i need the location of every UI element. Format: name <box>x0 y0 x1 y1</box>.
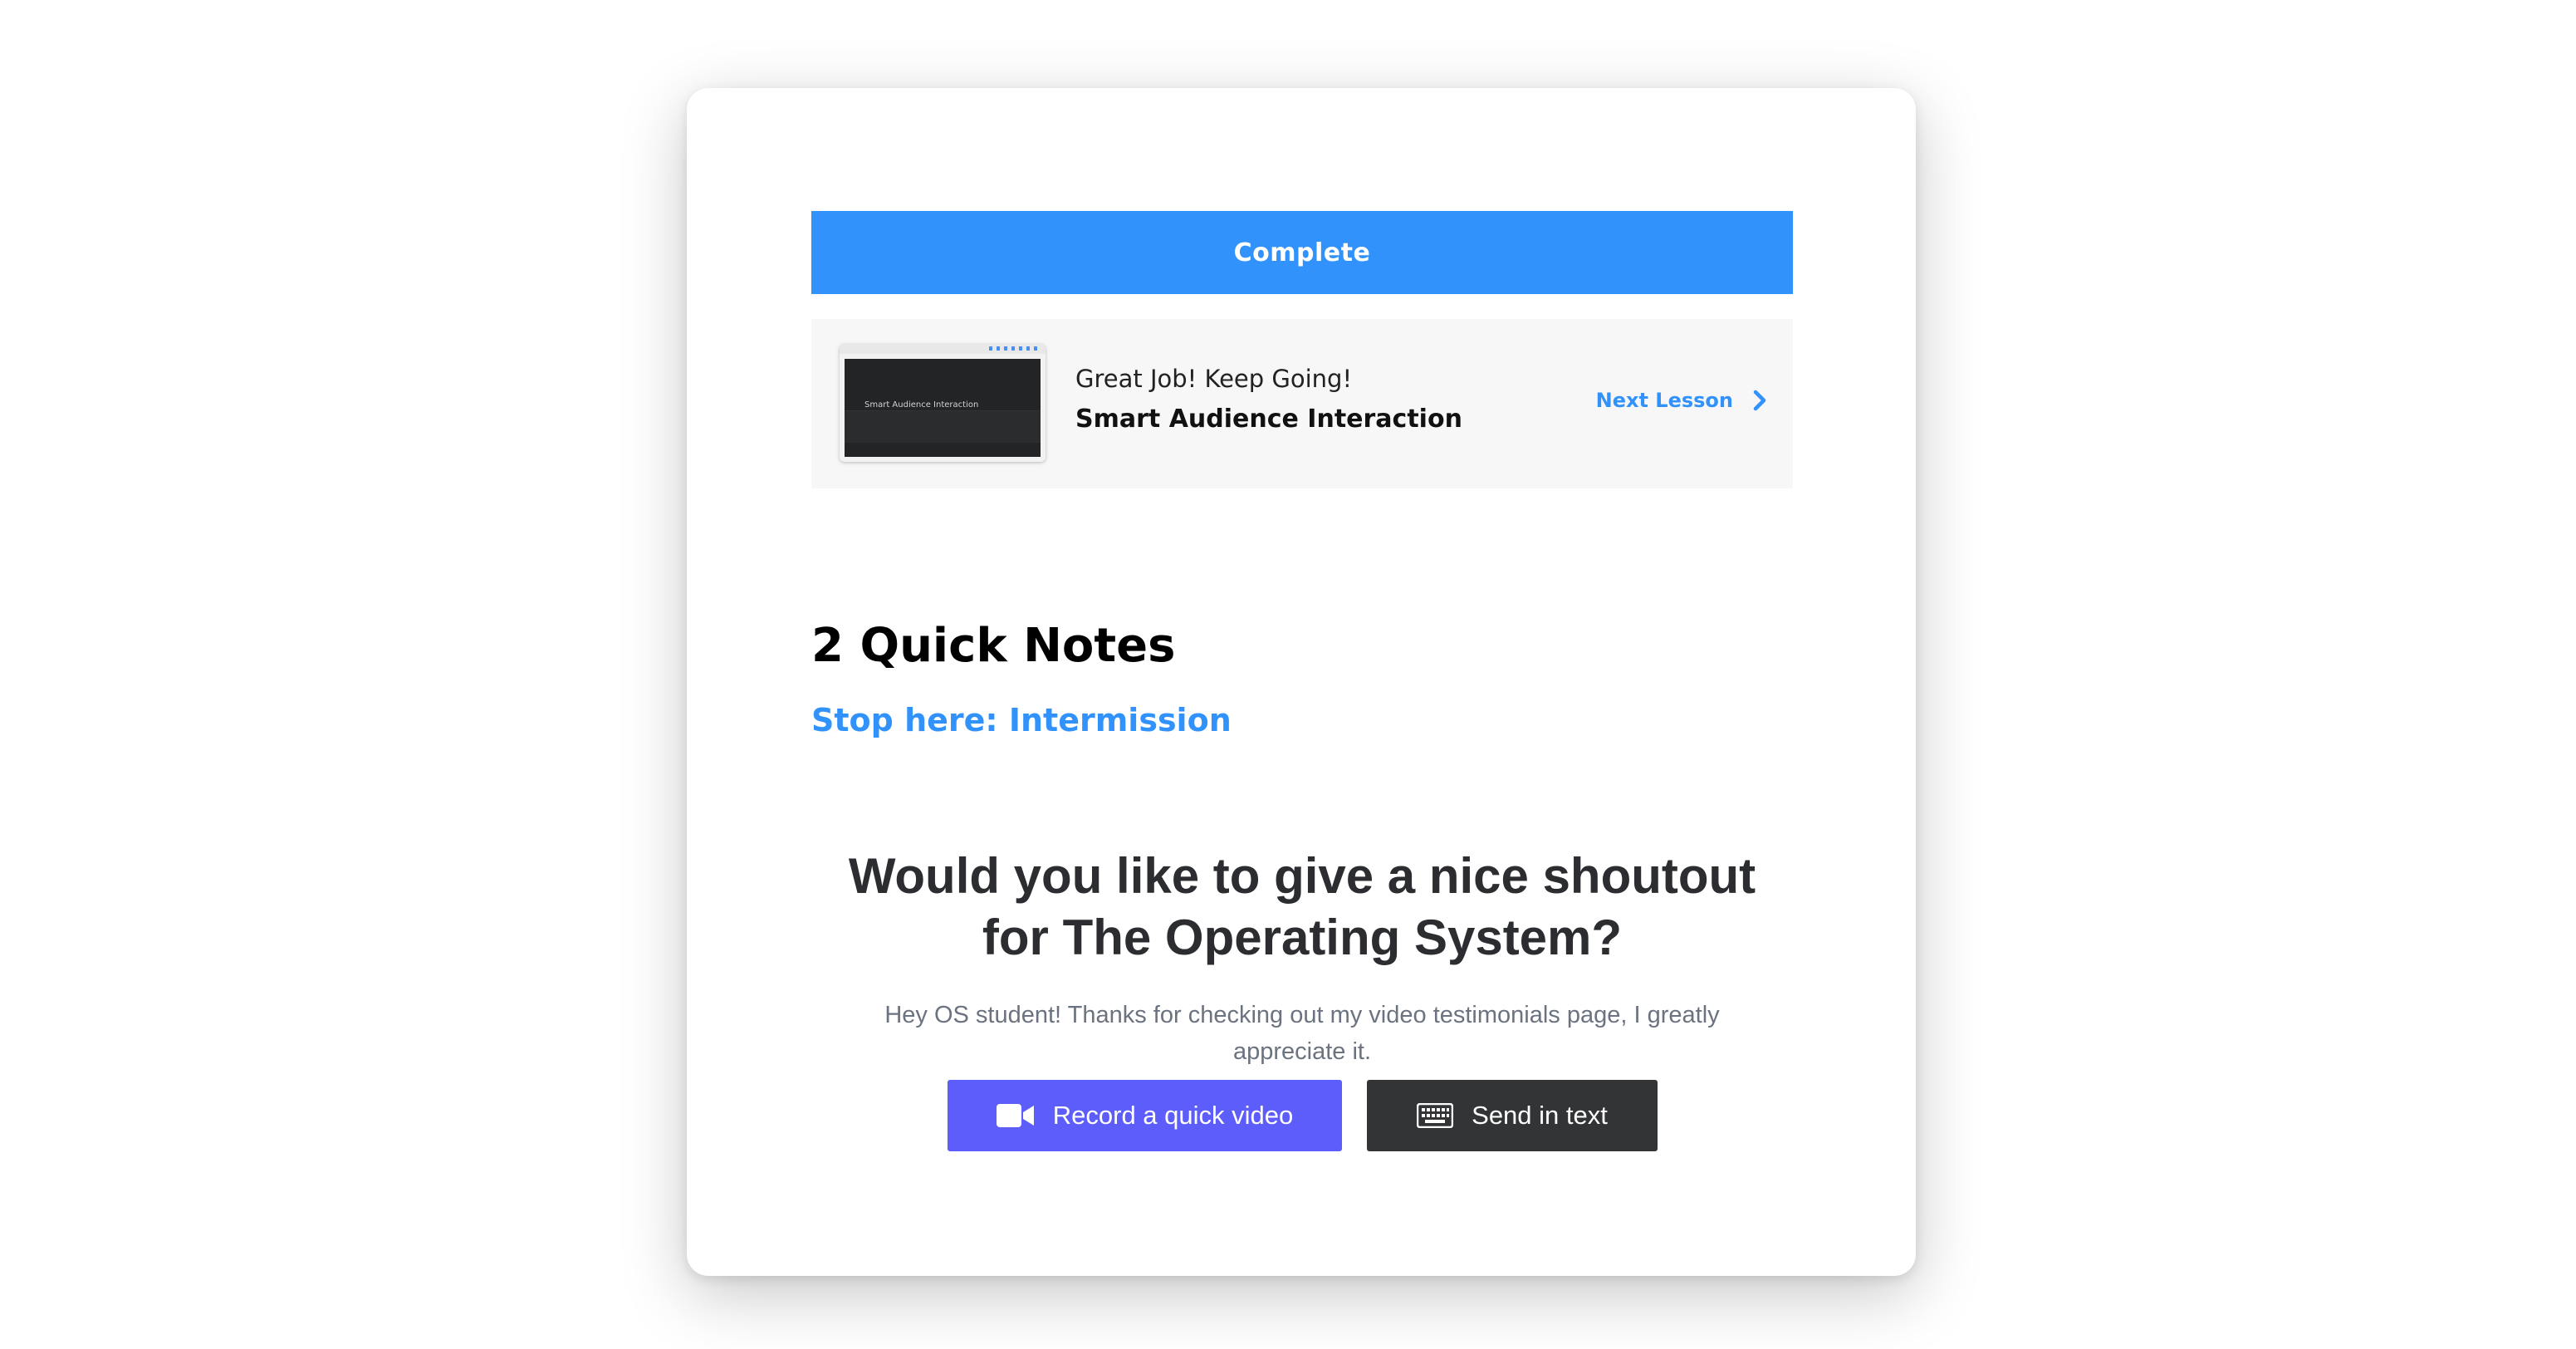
testimonial-actions: Record a quick video Send in text <box>948 1080 1658 1151</box>
chevron-right-icon <box>1748 389 1771 412</box>
encouragement-text: Great Job! Keep Going! <box>1075 365 1353 393</box>
record-video-button[interactable]: Record a quick video <box>948 1080 1342 1151</box>
next-lesson-link[interactable]: Next Lesson <box>1596 389 1771 412</box>
thumbnail-screen: Smart Audience Interaction <box>845 359 1041 457</box>
send-text-button[interactable]: Send in text <box>1367 1080 1658 1151</box>
video-camera-icon <box>996 1103 1035 1128</box>
intermission-link[interactable]: Stop here: Intermission <box>811 698 1232 743</box>
notes-heading: 2 Quick Notes <box>811 619 1176 673</box>
thumbnail-caption: Smart Audience Interaction <box>864 400 979 410</box>
complete-button-label: Complete <box>1233 238 1371 267</box>
next-lesson-text: Great Job! Keep Going! Smart Audience In… <box>1075 362 1462 439</box>
complete-button[interactable]: Complete <box>811 211 1793 294</box>
send-text-label: Send in text <box>1472 1101 1608 1130</box>
testimonial-description: Hey OS student! Thanks for checking out … <box>884 1002 1720 1065</box>
thumbnail-browser-bar <box>840 344 1046 354</box>
lesson-thumbnail[interactable]: Smart Audience Interaction <box>840 344 1046 462</box>
record-video-label: Record a quick video <box>1052 1101 1294 1130</box>
next-lesson-panel: Smart Audience Interaction Great Job! Ke… <box>811 319 1793 488</box>
testimonial-title: Would you like to give a nice shoutout f… <box>848 848 1756 965</box>
next-lesson-title: Smart Audience Interaction <box>1075 405 1462 434</box>
next-lesson-label: Next Lesson <box>1595 389 1733 412</box>
lesson-card: Complete Smart Audience Interaction Grea… <box>687 88 1916 1276</box>
keyboard-icon <box>1417 1103 1454 1128</box>
